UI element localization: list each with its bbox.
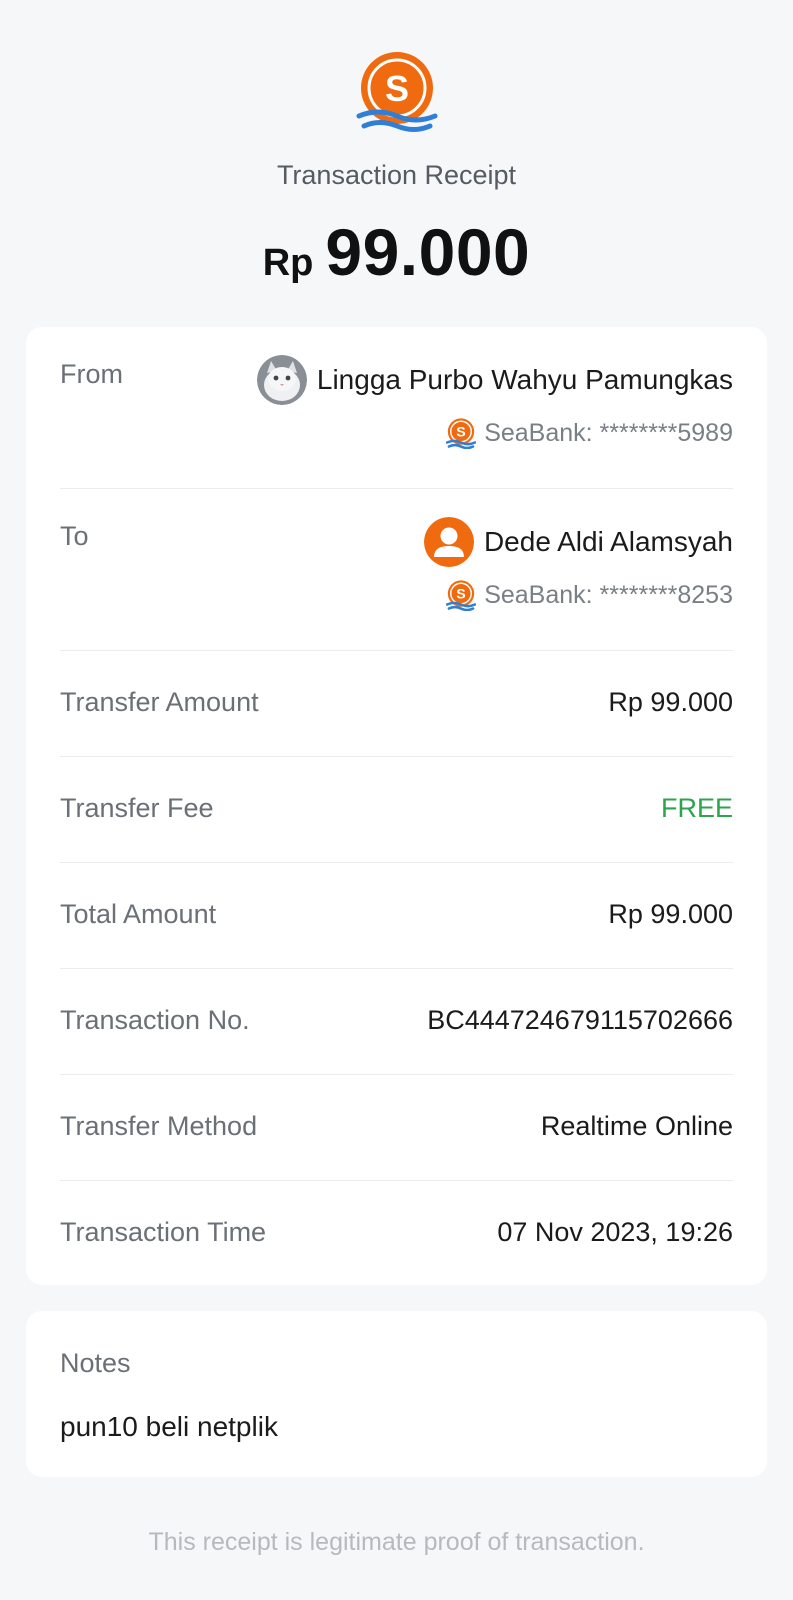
detail-row-total-amount: Total Amount Rp 99.000 xyxy=(60,863,733,969)
detail-row-transfer-fee: Transfer Fee FREE xyxy=(60,757,733,863)
detail-label: Transaction Time xyxy=(60,1217,267,1247)
detail-label: Transaction No. xyxy=(60,1005,250,1035)
amount-value: 99.000 xyxy=(325,215,531,289)
to-bank-text: SeaBank: ********8253 xyxy=(484,580,733,609)
legitimacy-footer: This receipt is legitimate proof of tran… xyxy=(148,1528,645,1556)
detail-row-transfer-method: Transfer Method Realtime Online xyxy=(60,1075,733,1181)
to-bank-account: S SeaBank: ********8253 xyxy=(446,579,733,611)
seabank-logo-icon: S xyxy=(446,580,477,611)
detail-value: Rp 99.000 xyxy=(608,899,733,929)
transaction-number[interactable]: BC444724679115702666 xyxy=(427,1005,733,1036)
free-badge: FREE xyxy=(660,793,733,823)
to-party: Dede Aldi Alamsyah xyxy=(423,517,733,567)
to-label: To xyxy=(60,521,89,551)
from-bank-text: SeaBank: ********5989 xyxy=(484,418,733,447)
svg-text:S: S xyxy=(385,68,409,109)
svg-text:S: S xyxy=(457,586,466,602)
detail-row-transaction-no: Transaction No. BC444724679115702666 xyxy=(60,969,733,1075)
detail-label: Transfer Amount xyxy=(60,687,259,717)
receipt-page: S Transaction Receipt Rp 99.000 From Lin… xyxy=(0,0,793,1600)
detail-row-transaction-time: Transaction Time 07 Nov 2023, 19:26 xyxy=(60,1181,733,1285)
total-amount: Rp 99.000 xyxy=(0,214,793,290)
transaction-details-card: From Lingga Purbo Wahyu Pamungkas S SeaB… xyxy=(26,327,767,1285)
from-name: Lingga Purbo Wahyu Pamungkas xyxy=(316,364,733,395)
from-party: Lingga Purbo Wahyu Pamungkas xyxy=(256,355,733,405)
detail-label: Transfer Method xyxy=(60,1111,258,1141)
notes-label: Notes xyxy=(60,1348,131,1378)
detail-label: Transfer Fee xyxy=(60,793,214,823)
seabank-logo-icon: S xyxy=(356,52,438,132)
amount-currency: Rp xyxy=(262,242,314,284)
detail-value: 07 Nov 2023, 19:26 xyxy=(497,1217,733,1247)
detail-value: Rp 99.000 xyxy=(608,687,733,717)
from-row: From Lingga Purbo Wahyu Pamungkas S SeaB… xyxy=(60,327,733,489)
detail-row-transfer-amount: Transfer Amount Rp 99.000 xyxy=(60,651,733,757)
to-row: To Dede Aldi Alamsyah S SeaBank: *******… xyxy=(60,489,733,651)
detail-label: Total Amount xyxy=(60,899,217,929)
notes-text: pun10 beli netplik xyxy=(60,1411,278,1442)
default-user-avatar xyxy=(423,517,474,567)
svg-text:S: S xyxy=(457,424,466,440)
page-title: Transaction Receipt xyxy=(276,160,517,190)
detail-value: Realtime Online xyxy=(540,1111,733,1141)
from-label: From xyxy=(60,359,123,389)
notes-card: Notes pun10 beli netplik xyxy=(26,1311,767,1477)
cat-photo-avatar xyxy=(256,355,307,405)
seabank-logo-icon: S xyxy=(446,418,477,449)
from-bank-account: S SeaBank: ********5989 xyxy=(446,417,733,449)
to-name: Dede Aldi Alamsyah xyxy=(483,526,733,557)
